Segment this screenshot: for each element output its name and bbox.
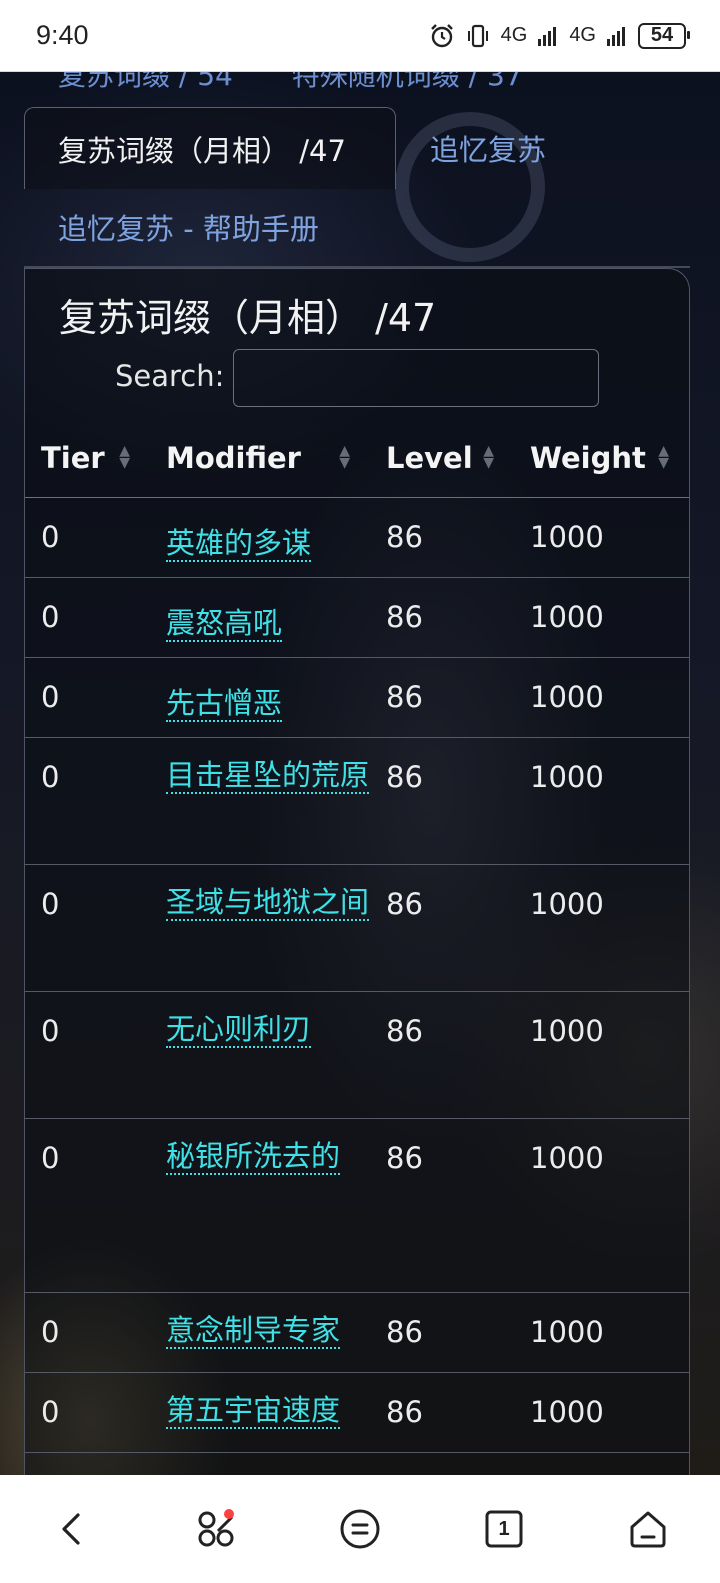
table-row: 0 英雄的多谋 86 1000: [25, 497, 689, 578]
cell-level: 86: [386, 520, 423, 554]
modifier-table: Tier ▲ ▼ Modifier ▲ ▼ Level ▲ ▼ Weight ▲ ▼: [25, 419, 689, 1453]
column-header-tier[interactable]: Tier ▲ ▼: [25, 419, 150, 498]
column-header-modifier[interactable]: Modifier ▲ ▼: [150, 419, 370, 498]
tab-memory-revival-help[interactable]: 追忆复苏 - 帮助手册: [58, 206, 319, 248]
modifier-link[interactable]: 意念制导专家: [166, 1313, 341, 1349]
modifier-link[interactable]: 目击星坠的荒原: [166, 758, 370, 794]
tab-row-partial: 复苏词缀 / 54 特殊随机词缀 / 37: [58, 72, 573, 94]
signal-label-1: 4G: [500, 24, 528, 46]
cell-level: 86: [386, 600, 423, 634]
cell-weight: 1000: [530, 1315, 604, 1349]
cell-tier: 0: [41, 760, 60, 794]
search-label: Search:: [115, 359, 225, 393]
signal-icon: [538, 26, 557, 46]
cell-weight: 1000: [530, 1141, 604, 1175]
signal-label-2: 4G: [569, 24, 596, 46]
menu-button[interactable]: [330, 1499, 390, 1559]
modifier-link[interactable]: 先古憎恶: [166, 686, 283, 722]
home-icon: [630, 1511, 666, 1548]
cell-level: 86: [386, 1315, 423, 1349]
cell-tier: 0: [41, 520, 60, 554]
cell-level: 86: [386, 680, 423, 714]
sort-icon: ▲ ▼: [119, 443, 130, 471]
cell-tier: 0: [41, 1014, 60, 1048]
home-button[interactable]: [618, 1499, 678, 1559]
apps-button[interactable]: [186, 1499, 246, 1559]
sort-icon: ▲ ▼: [658, 443, 669, 471]
table-row: 0 第五宇宙速度 86 1000: [25, 1372, 689, 1453]
cell-level: 86: [386, 760, 423, 794]
column-header-label: Tier: [41, 441, 105, 475]
cell-level: 86: [386, 887, 423, 921]
modifier-link[interactable]: 第五宇宙速度: [166, 1393, 341, 1429]
notification-dot: [224, 1509, 234, 1519]
cell-tier: 0: [41, 600, 60, 634]
modifier-link[interactable]: 无心则利刃: [166, 1012, 312, 1048]
modifier-link[interactable]: 英雄的多谋: [166, 526, 312, 562]
tab-memory-revival[interactable]: 追忆复苏: [430, 127, 546, 169]
cell-weight: 1000: [530, 600, 604, 634]
cell-tier: 0: [41, 1141, 60, 1175]
battery-icon: 54: [638, 22, 690, 49]
cell-weight: 1000: [530, 1014, 604, 1048]
panel-title: 复苏词缀（月相） /47: [59, 296, 437, 340]
cell-level: 86: [386, 1141, 423, 1175]
column-header-label: Weight: [530, 441, 646, 475]
table-panel: 复苏词缀（月相） /47 Search: Tier ▲ ▼ Modifier ▲ ▼…: [24, 268, 690, 1475]
tab-revival-affix[interactable]: 复苏词缀 / 54: [58, 72, 233, 92]
sort-icon: ▲ ▼: [483, 443, 494, 471]
tabs-button[interactable]: 1: [474, 1499, 534, 1559]
cell-tier: 0: [41, 887, 60, 921]
tabs-count: 1: [498, 1517, 510, 1540]
cell-tier: 0: [41, 1315, 60, 1349]
modifier-link[interactable]: 震怒高吼: [166, 606, 283, 642]
tab-special-random-affix[interactable]: 特殊随机词缀 / 37: [292, 72, 523, 92]
bottom-nav-bar: 1: [0, 1475, 720, 1583]
page-content: 复苏词缀 / 54 特殊随机词缀 / 37 复苏词缀（月相） /47 追忆复苏 …: [0, 72, 720, 1475]
cell-weight: 1000: [530, 1395, 604, 1429]
cell-weight: 1000: [530, 887, 604, 921]
battery-level: 54: [650, 24, 674, 46]
table-row: 0 震怒高吼 86 1000: [25, 577, 689, 658]
status-time: 9:40: [36, 20, 89, 50]
cell-weight: 1000: [530, 680, 604, 714]
cell-weight: 1000: [530, 760, 604, 794]
table-row: 0 秘银所洗去的 86 1000: [25, 1118, 689, 1293]
table-row: 0 目击星坠的荒原 86 1000: [25, 737, 689, 865]
column-header-level[interactable]: Level ▲ ▼: [370, 419, 514, 498]
menu-icon: [340, 1509, 380, 1549]
column-header-label: Modifier: [166, 441, 301, 475]
back-icon: [62, 1513, 80, 1545]
vibrate-icon: [467, 24, 488, 47]
cell-tier: 0: [41, 1395, 60, 1429]
cell-level: 86: [386, 1395, 423, 1429]
search-input[interactable]: [233, 349, 599, 407]
alarm-icon: [430, 23, 453, 47]
table-row: 0 先古憎恶 86 1000: [25, 657, 689, 738]
status-bar: 9:40 4G 4G 54: [0, 0, 720, 72]
table-row: 0 意念制导专家 86 1000: [25, 1292, 689, 1373]
tab-revival-moon-active[interactable]: 复苏词缀（月相） /47: [24, 107, 396, 189]
signal-icon: [607, 26, 625, 46]
column-header-label: Level: [386, 441, 473, 475]
cell-tier: 0: [41, 680, 60, 714]
cell-level: 86: [386, 1014, 423, 1048]
table-row: 0 圣域与地狱之间 86 1000: [25, 864, 689, 992]
modifier-link[interactable]: 秘银所洗去的: [166, 1139, 341, 1175]
sort-icon: ▲ ▼: [339, 443, 350, 471]
table-header-row: Tier ▲ ▼ Modifier ▲ ▼ Level ▲ ▼ Weight ▲ ▼: [25, 419, 689, 498]
status-icons: 4G 4G 54: [429, 22, 690, 49]
modifier-link[interactable]: 圣域与地狱之间: [166, 885, 370, 921]
table-row: 0 无心则利刃 86 1000: [25, 991, 689, 1119]
column-header-weight[interactable]: Weight ▲ ▼: [514, 419, 689, 498]
cell-weight: 1000: [530, 520, 604, 554]
back-button[interactable]: [42, 1499, 102, 1559]
